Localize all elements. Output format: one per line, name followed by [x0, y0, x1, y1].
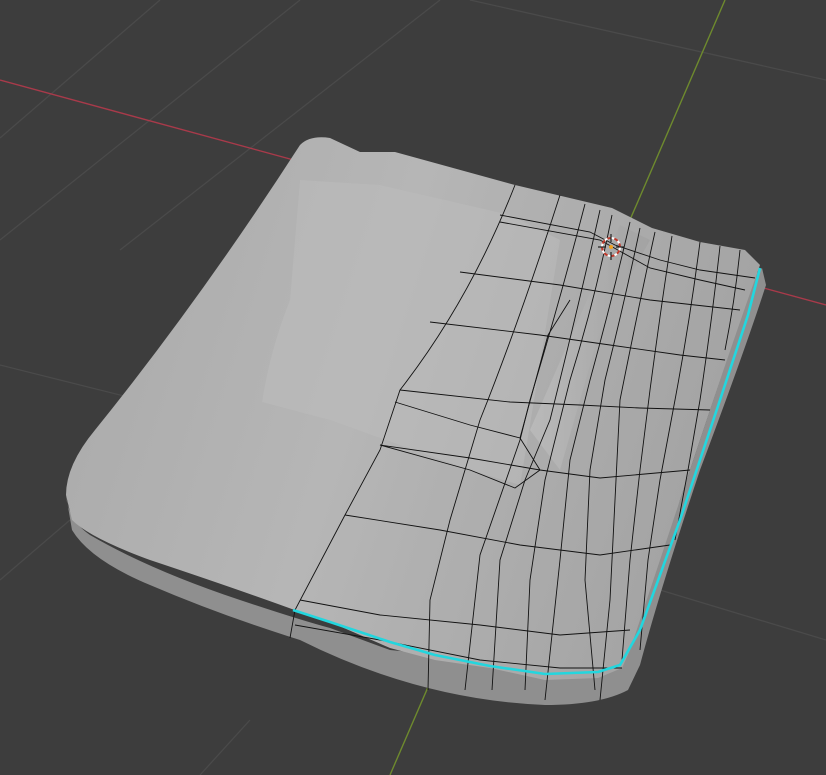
3d-viewport[interactable] — [0, 0, 826, 775]
